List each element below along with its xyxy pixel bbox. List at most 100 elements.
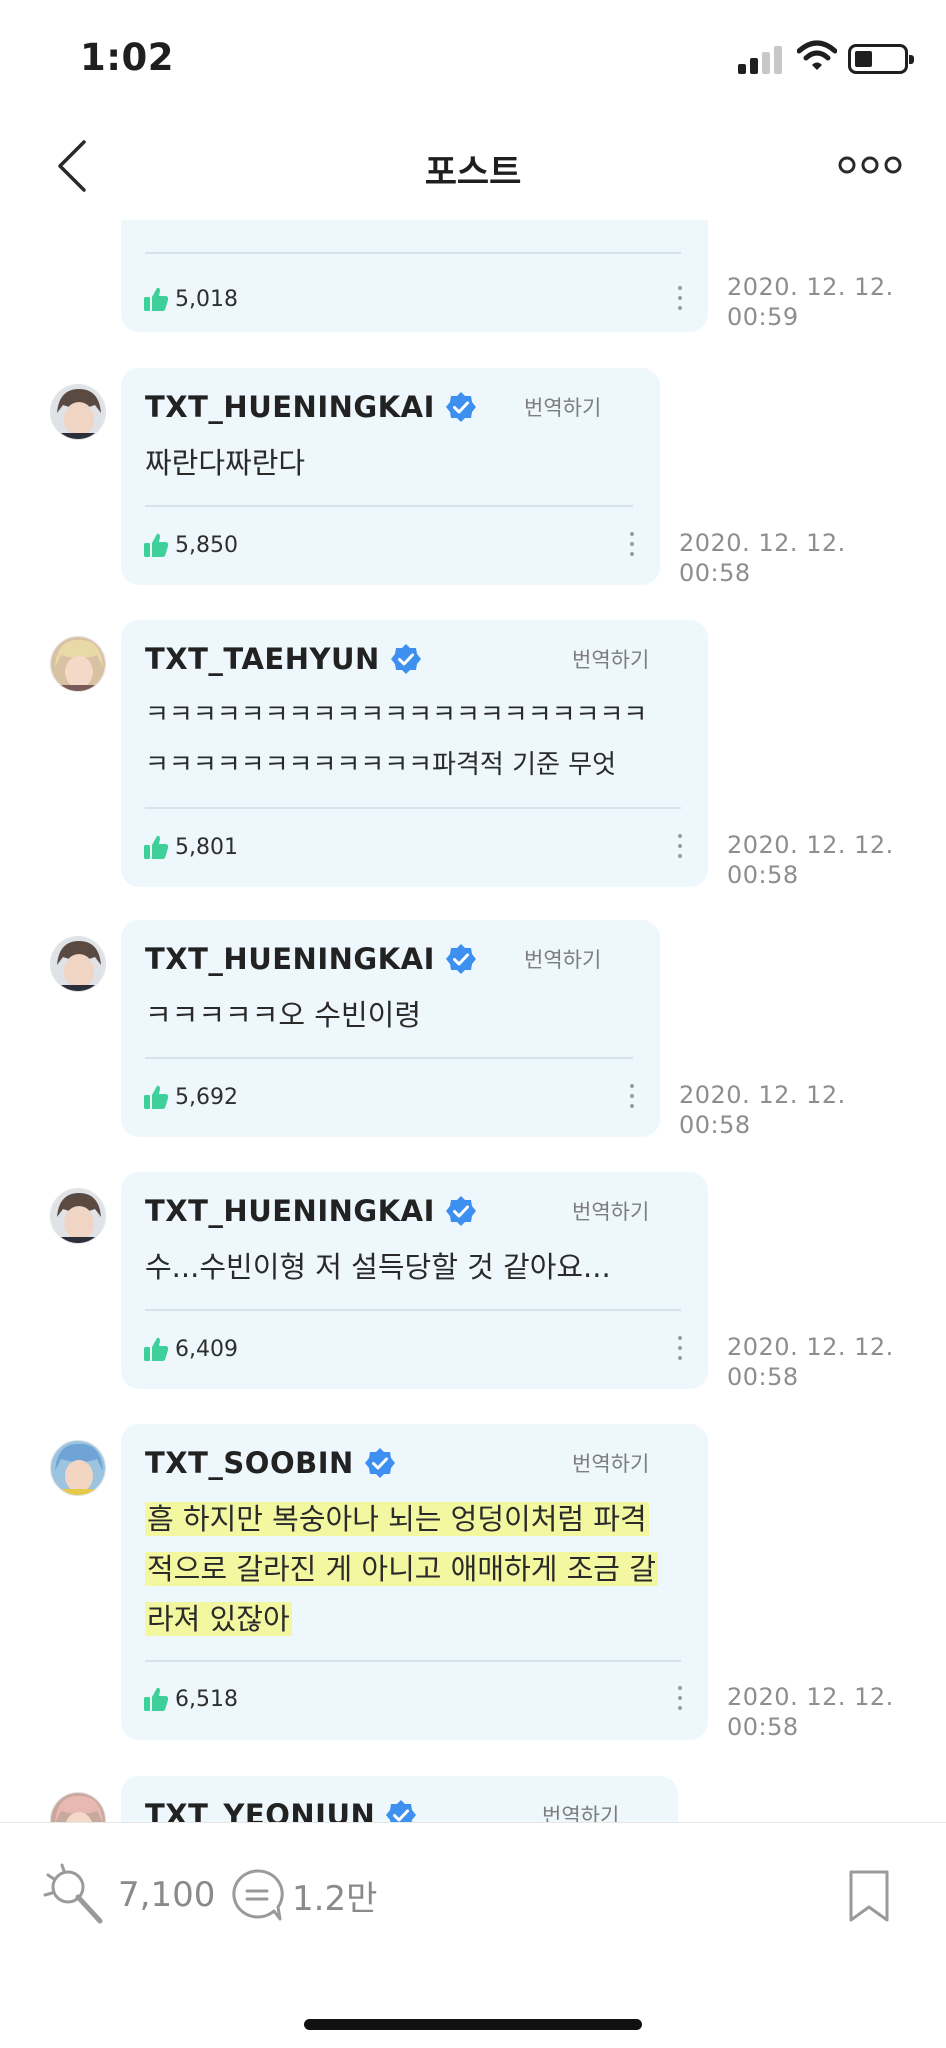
comment-item: TXT_HUENINGKAI 번역하기 짜란다짜란다 5,850 2020. 1… [0,368,946,588]
divider [145,807,681,809]
comment-bubble: ⋯ ⋯ ⋯ 5,018 [121,220,708,332]
author-row[interactable]: TXT_SOOBIN [145,1446,396,1480]
like-lightstick-icon [43,1863,103,1924]
comment-text: 수...수빈이형 저 설득당할 것 같아요... [145,1250,611,1284]
translate-link[interactable]: 번역하기 [524,392,601,422]
comment-text-line: 적으로 갈라진 게 아니고 애매하게 조금 갈 [145,1544,658,1594]
comment-bubble: TXT_HUENINGKAI 번역하기 짜란다짜란다 5,850 [121,368,660,585]
author-name[interactable]: TXT_YEONJUN [145,1798,375,1822]
comment-text: ㅋㅋㅋㅋㅋㅋㅋㅋㅋㅋㅋㅋㅋㅋㅋㅋㅋㅋㅋㅋㅋ [145,700,648,730]
bottom-action-bar: 7,100 1.2만 [0,1822,946,2048]
translate-link[interactable]: 번역하기 [572,644,649,674]
highlighted-text: 적으로 갈라진 게 아니고 애매하게 조금 갈 [145,1552,658,1586]
comment-bubble: TXT_HUENINGKAI 번역하기 ㅋㅋㅋㅋㅋ오 수빈이령 5,692 [121,920,660,1137]
thumbs-up-icon [144,533,169,557]
thumbs-up-icon [144,1337,169,1361]
translate-link[interactable]: 번역하기 [572,1448,649,1478]
comment-bubble: TXT_TAEHYUN 번역하기 ㅋㅋㅋㅋㅋㅋㅋㅋㅋㅋㅋㅋㅋㅋㅋㅋㅋㅋㅋㅋㅋ ㅋ… [121,620,708,887]
author-row[interactable]: TXT_HUENINGKAI [145,1194,477,1228]
post-like-button[interactable]: 7,100 [42,1863,215,1927]
comment-bubble: TXT_HUENINGKAI 번역하기 수...수빈이형 저 설득당할 것 같아… [121,1172,708,1389]
comment-item: TXT_HUENINGKAI 번역하기 수...수빈이형 저 설득당할 것 같아… [0,1172,946,1392]
translate-link[interactable]: 번역하기 [572,1196,649,1226]
home-indicator[interactable] [304,2019,642,2030]
verified-badge-icon [364,1448,395,1478]
comment-text: ㅋㅋㅋㅋㅋㅋㅋㅋㅋㅋㅋㅋ파격적 기준 무엇 [145,750,617,780]
author-name[interactable]: TXT_HUENINGKAI [145,942,435,976]
like-button[interactable]: 5,850 [143,532,238,558]
avatar[interactable] [50,1792,106,1822]
comment-text: ㅋㅋㅋㅋㅋ오 수빈이령 [145,998,422,1032]
divider [145,1309,681,1311]
author-name[interactable]: TXT_HUENINGKAI [145,390,435,424]
bookmark-icon[interactable] [848,1869,890,1923]
verified-badge-icon [390,644,421,674]
comment-text: 짜란다짜란다 [145,446,306,480]
comment-text-line: 흠 하지만 복숭아나 뇌는 엉덩이처럼 파격 [145,1494,649,1544]
comment-menu-icon[interactable] [627,532,637,558]
comment-icon [232,1869,284,1921]
comment-button[interactable]: 1.2만 [228,1867,377,1923]
battery-icon [848,44,914,74]
divider [145,252,681,254]
page-title: 포스트 [424,153,522,193]
author-row[interactable]: TXT_HUENINGKAI [145,390,477,424]
like-button[interactable]: 5,692 [143,1084,238,1110]
comment-item: TXT_TAEHYUN 번역하기 ㅋㅋㅋㅋㅋㅋㅋㅋㅋㅋㅋㅋㅋㅋㅋㅋㅋㅋㅋㅋㅋ ㅋ… [0,620,946,890]
comment-text-partial: ⋯ ⋯ ⋯ [321,220,426,240]
cellular-signal-icon [738,44,784,74]
like-count: 5,850 [175,532,238,558]
verified-badge-icon [386,1800,417,1822]
comment-item: TXT_SOOBIN 번역하기 흠 하지만 복숭아나 뇌는 엉덩이처럼 파격 적… [0,1424,946,1744]
avatar[interactable] [50,936,106,992]
highlighted-text: 흠 하지만 복숭아나 뇌는 엉덩이처럼 파격 [145,1502,649,1536]
more-options-icon[interactable] [838,152,902,178]
comment-item: TXT_YEONJUN 번역하기 [0,1776,946,1822]
author-row[interactable]: TXT_HUENINGKAI [145,942,477,976]
comment-menu-icon[interactable] [675,834,685,860]
author-name[interactable]: TXT_HUENINGKAI [145,1194,435,1228]
like-button[interactable]: 6,409 [143,1336,238,1362]
timestamp: 2020. 12. 12. 00:59 [727,273,894,331]
comment-bubble: TXT_YEONJUN 번역하기 [121,1776,678,1822]
like-count: 6,518 [175,1686,238,1712]
verified-badge-icon [445,392,476,422]
post-feed[interactable]: ⋯ ⋯ ⋯ 5,018 2020. 12. 12. 00:59 TXT_HUEN… [0,220,946,1822]
translate-link[interactable]: 번역하기 [524,944,601,974]
status-bar: 1:02 [0,0,946,112]
like-button[interactable]: 6,518 [143,1686,238,1712]
translate-link[interactable]: 번역하기 [542,1800,619,1822]
comment-menu-icon[interactable] [627,1084,637,1110]
wifi-icon [797,40,837,70]
comment-item: ⋯ ⋯ ⋯ 5,018 2020. 12. 12. 00:59 [0,220,946,335]
like-button[interactable]: 5,801 [143,834,238,860]
thumbs-up-icon [144,1687,169,1711]
author-name[interactable]: TXT_TAEHYUN [145,642,380,676]
comment-menu-icon[interactable] [675,286,685,312]
divider [145,505,633,507]
avatar[interactable] [50,1440,106,1496]
avatar[interactable] [50,384,106,440]
comment-item: TXT_HUENINGKAI 번역하기 ㅋㅋㅋㅋㅋ오 수빈이령 5,692 20… [0,920,946,1140]
comment-menu-icon[interactable] [675,1686,685,1712]
comment-menu-icon[interactable] [675,1336,685,1362]
comment-text-line: 라져 있잖아 [145,1594,292,1644]
timestamp: 2020. 12. 12. 00:58 [727,1683,894,1741]
timestamp: 2020. 12. 12. 00:58 [727,831,894,889]
post-like-count: 7,100 [118,1875,216,1915]
like-count: 5,018 [175,286,238,312]
highlighted-text: 라져 있잖아 [145,1602,292,1636]
author-name[interactable]: TXT_SOOBIN [145,1446,354,1480]
author-row[interactable]: TXT_TAEHYUN [145,642,422,676]
avatar[interactable] [50,1188,106,1244]
divider [145,1057,633,1059]
like-count: 5,692 [175,1084,238,1110]
nav-bar: 포스트 [0,112,946,220]
author-row[interactable]: TXT_YEONJUN [145,1798,417,1822]
verified-badge-icon [445,944,476,974]
like-button[interactable]: 5,018 [143,286,238,312]
timestamp: 2020. 12. 12. 00:58 [727,1333,894,1391]
avatar[interactable] [50,636,106,692]
comment-count: 1.2만 [292,1878,378,1919]
timestamp: 2020. 12. 12. 00:58 [679,529,846,587]
